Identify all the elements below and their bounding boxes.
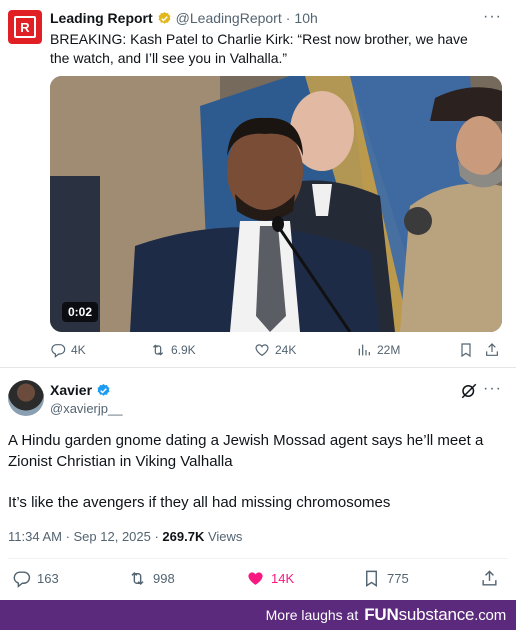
repost-count: 6.9K [171, 343, 196, 357]
repost-icon [131, 571, 144, 586]
reply-button[interactable]: 163 [12, 569, 59, 588]
like-count: 14K [271, 571, 295, 586]
brand-substance: substance [398, 605, 475, 624]
tweet-timestamp[interactable]: 11:34 AM · Sep 12, 2025 · [8, 529, 162, 544]
bookmark-button[interactable]: 775 [362, 569, 409, 588]
share-button[interactable] [480, 569, 499, 588]
grok-icon[interactable] [460, 382, 478, 400]
xavier-avatar[interactable] [8, 380, 44, 416]
repost-button[interactable]: 998 [128, 569, 175, 588]
quoted-tweet-actions: 4K 6.9K 24K 22M [50, 342, 502, 362]
gold-verified-badge-icon [158, 11, 171, 24]
share-button[interactable] [484, 342, 500, 358]
quoted-tweet-text: BREAKING: Kash Patel to Charlie Kirk: “R… [50, 31, 468, 66]
bookmark-icon [366, 570, 377, 587]
reply-button[interactable]: 4K [50, 342, 86, 358]
like-count: 24K [275, 343, 297, 357]
tweet-text: A Hindu garden gnome dating a Jewish Mos… [8, 432, 484, 470]
leading-report-avatar[interactable]: R [8, 10, 42, 44]
views-button[interactable]: 22M [356, 342, 400, 358]
separator-dot: · [285, 10, 291, 26]
banner-text: More laughs at [265, 607, 359, 623]
repost-icon [152, 344, 164, 356]
tweet-meta: 11:34 AM · Sep 12, 2025 · 269.7K Views [8, 529, 242, 544]
more-icon[interactable]: ··· [483, 380, 502, 398]
funsubstance-banner[interactable]: More laughs at FUNsubstance.com [0, 600, 516, 630]
like-icon [255, 344, 269, 357]
brand-fun: FUN [364, 605, 399, 624]
tweet-views-label: Views [204, 529, 243, 544]
video-duration: 0:02 [62, 302, 99, 322]
funsubstance-logo[interactable]: FUNsubstance.com [364, 605, 506, 625]
reply-count: 4K [71, 343, 86, 357]
tweet-views-count: 269.7K [162, 529, 205, 544]
video-frame [50, 76, 502, 332]
tweet-actions: 163 998 14K 775 [0, 569, 516, 593]
tweet-author-handle[interactable]: @xavierjp__ [50, 401, 122, 416]
bookmark-button[interactable] [458, 342, 474, 358]
quoted-tweet-time[interactable]: 10h [294, 10, 317, 26]
views-count: 22M [377, 343, 401, 357]
video-player[interactable]: 0:02 [50, 76, 502, 332]
like-button[interactable]: 14K [246, 569, 294, 588]
quoted-author-handle[interactable]: @LeadingReport [176, 10, 282, 26]
bookmark-icon [461, 343, 471, 358]
tweet-text-second-paragraph: It’s like the avengers if they all had m… [8, 494, 391, 511]
brand-com: .com [474, 607, 506, 624]
divider [8, 558, 508, 559]
quoted-tweet-header: Leading Report @LeadingReport · 10h [50, 10, 318, 26]
views-icon [358, 344, 370, 356]
tweet-author-name-row: Xavier [50, 382, 111, 398]
quoted-author-name[interactable]: Leading Report [50, 10, 153, 26]
quoted-tweet-card[interactable]: R Leading Report @LeadingReport · 10h ··… [0, 0, 516, 368]
like-filled-icon [248, 572, 263, 585]
repost-count: 998 [153, 571, 175, 586]
repost-button[interactable]: 6.9K [150, 342, 196, 358]
reply-icon [13, 571, 31, 588]
reply-icon [51, 344, 66, 358]
like-button[interactable]: 24K [254, 342, 296, 358]
reply-count: 163 [37, 571, 59, 586]
blue-verified-badge-icon [97, 383, 110, 396]
main-tweet[interactable]: Xavier @xavierjp__ ··· A Hindu garden gn… [0, 368, 516, 600]
share-icon [486, 343, 498, 356]
share-icon [482, 570, 497, 586]
bookmark-count: 775 [387, 571, 409, 586]
more-icon[interactable]: ··· [483, 8, 502, 26]
tweet-author-name[interactable]: Xavier [50, 382, 92, 398]
leading-report-logo: R [14, 16, 36, 38]
